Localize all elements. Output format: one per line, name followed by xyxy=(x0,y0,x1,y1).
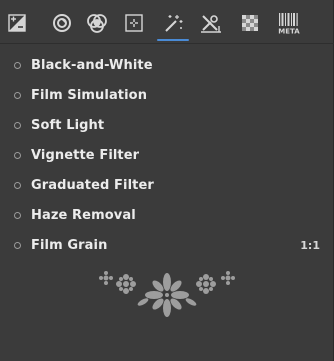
floral-ornament-icon xyxy=(99,271,235,317)
crop-crosshair-icon xyxy=(125,14,143,32)
tool-item-black-and-white[interactable]: Black-and-White xyxy=(0,50,334,80)
tool-label: Soft Light xyxy=(31,117,105,133)
bullet-icon xyxy=(14,92,21,99)
bullet-icon xyxy=(14,152,21,159)
bullet-icon xyxy=(14,242,21,249)
tool-label: Haze Removal xyxy=(31,207,136,223)
tool-item-graduated-filter[interactable]: Graduated Filter xyxy=(0,170,334,200)
exposure-icon xyxy=(8,14,26,32)
tool-list: Black-and-White Film Simulation Soft Lig… xyxy=(0,50,334,260)
zoom-indicator: 1:1 xyxy=(300,238,320,252)
bullet-icon xyxy=(14,122,21,129)
tool-panel: META Black-and-White Film Simulation Sof… xyxy=(0,0,334,361)
tool-label: Graduated Filter xyxy=(31,177,154,193)
tool-label: Black-and-White xyxy=(31,57,153,73)
tool-label: Film Grain xyxy=(31,237,108,253)
barcode-meta-icon: META xyxy=(278,13,300,36)
tab-detail[interactable] xyxy=(45,6,79,40)
tab-metadata[interactable]: META xyxy=(272,6,306,40)
tool-label: Film Simulation xyxy=(31,87,148,103)
tool-tab-bar: META xyxy=(0,0,334,44)
tab-exposure[interactable] xyxy=(0,6,34,40)
tool-item-soft-light[interactable]: Soft Light xyxy=(0,110,334,140)
tab-transform[interactable] xyxy=(117,6,151,40)
tool-item-haze-removal[interactable]: Haze Removal xyxy=(0,200,334,230)
tools-repair-icon xyxy=(201,15,221,33)
color-rgb-icon xyxy=(87,14,107,33)
tool-item-vignette-filter[interactable]: Vignette Filter xyxy=(0,140,334,170)
tool-label: Vignette Filter xyxy=(31,147,140,163)
bullet-icon xyxy=(14,182,21,189)
meta-label: META xyxy=(278,28,300,36)
magic-wand-icon xyxy=(165,15,183,32)
lens-aperture-icon xyxy=(53,14,71,32)
tab-color[interactable] xyxy=(80,6,114,40)
tool-item-film-simulation[interactable]: Film Simulation xyxy=(0,80,334,110)
tab-effects[interactable] xyxy=(156,6,190,41)
tab-mask[interactable] xyxy=(233,6,267,40)
tool-item-film-grain[interactable]: Film Grain 1:1 xyxy=(0,230,334,260)
bullet-icon xyxy=(14,212,21,219)
tab-tools[interactable] xyxy=(194,6,228,40)
bullet-icon xyxy=(14,62,21,69)
checkerboard-icon xyxy=(242,15,258,31)
